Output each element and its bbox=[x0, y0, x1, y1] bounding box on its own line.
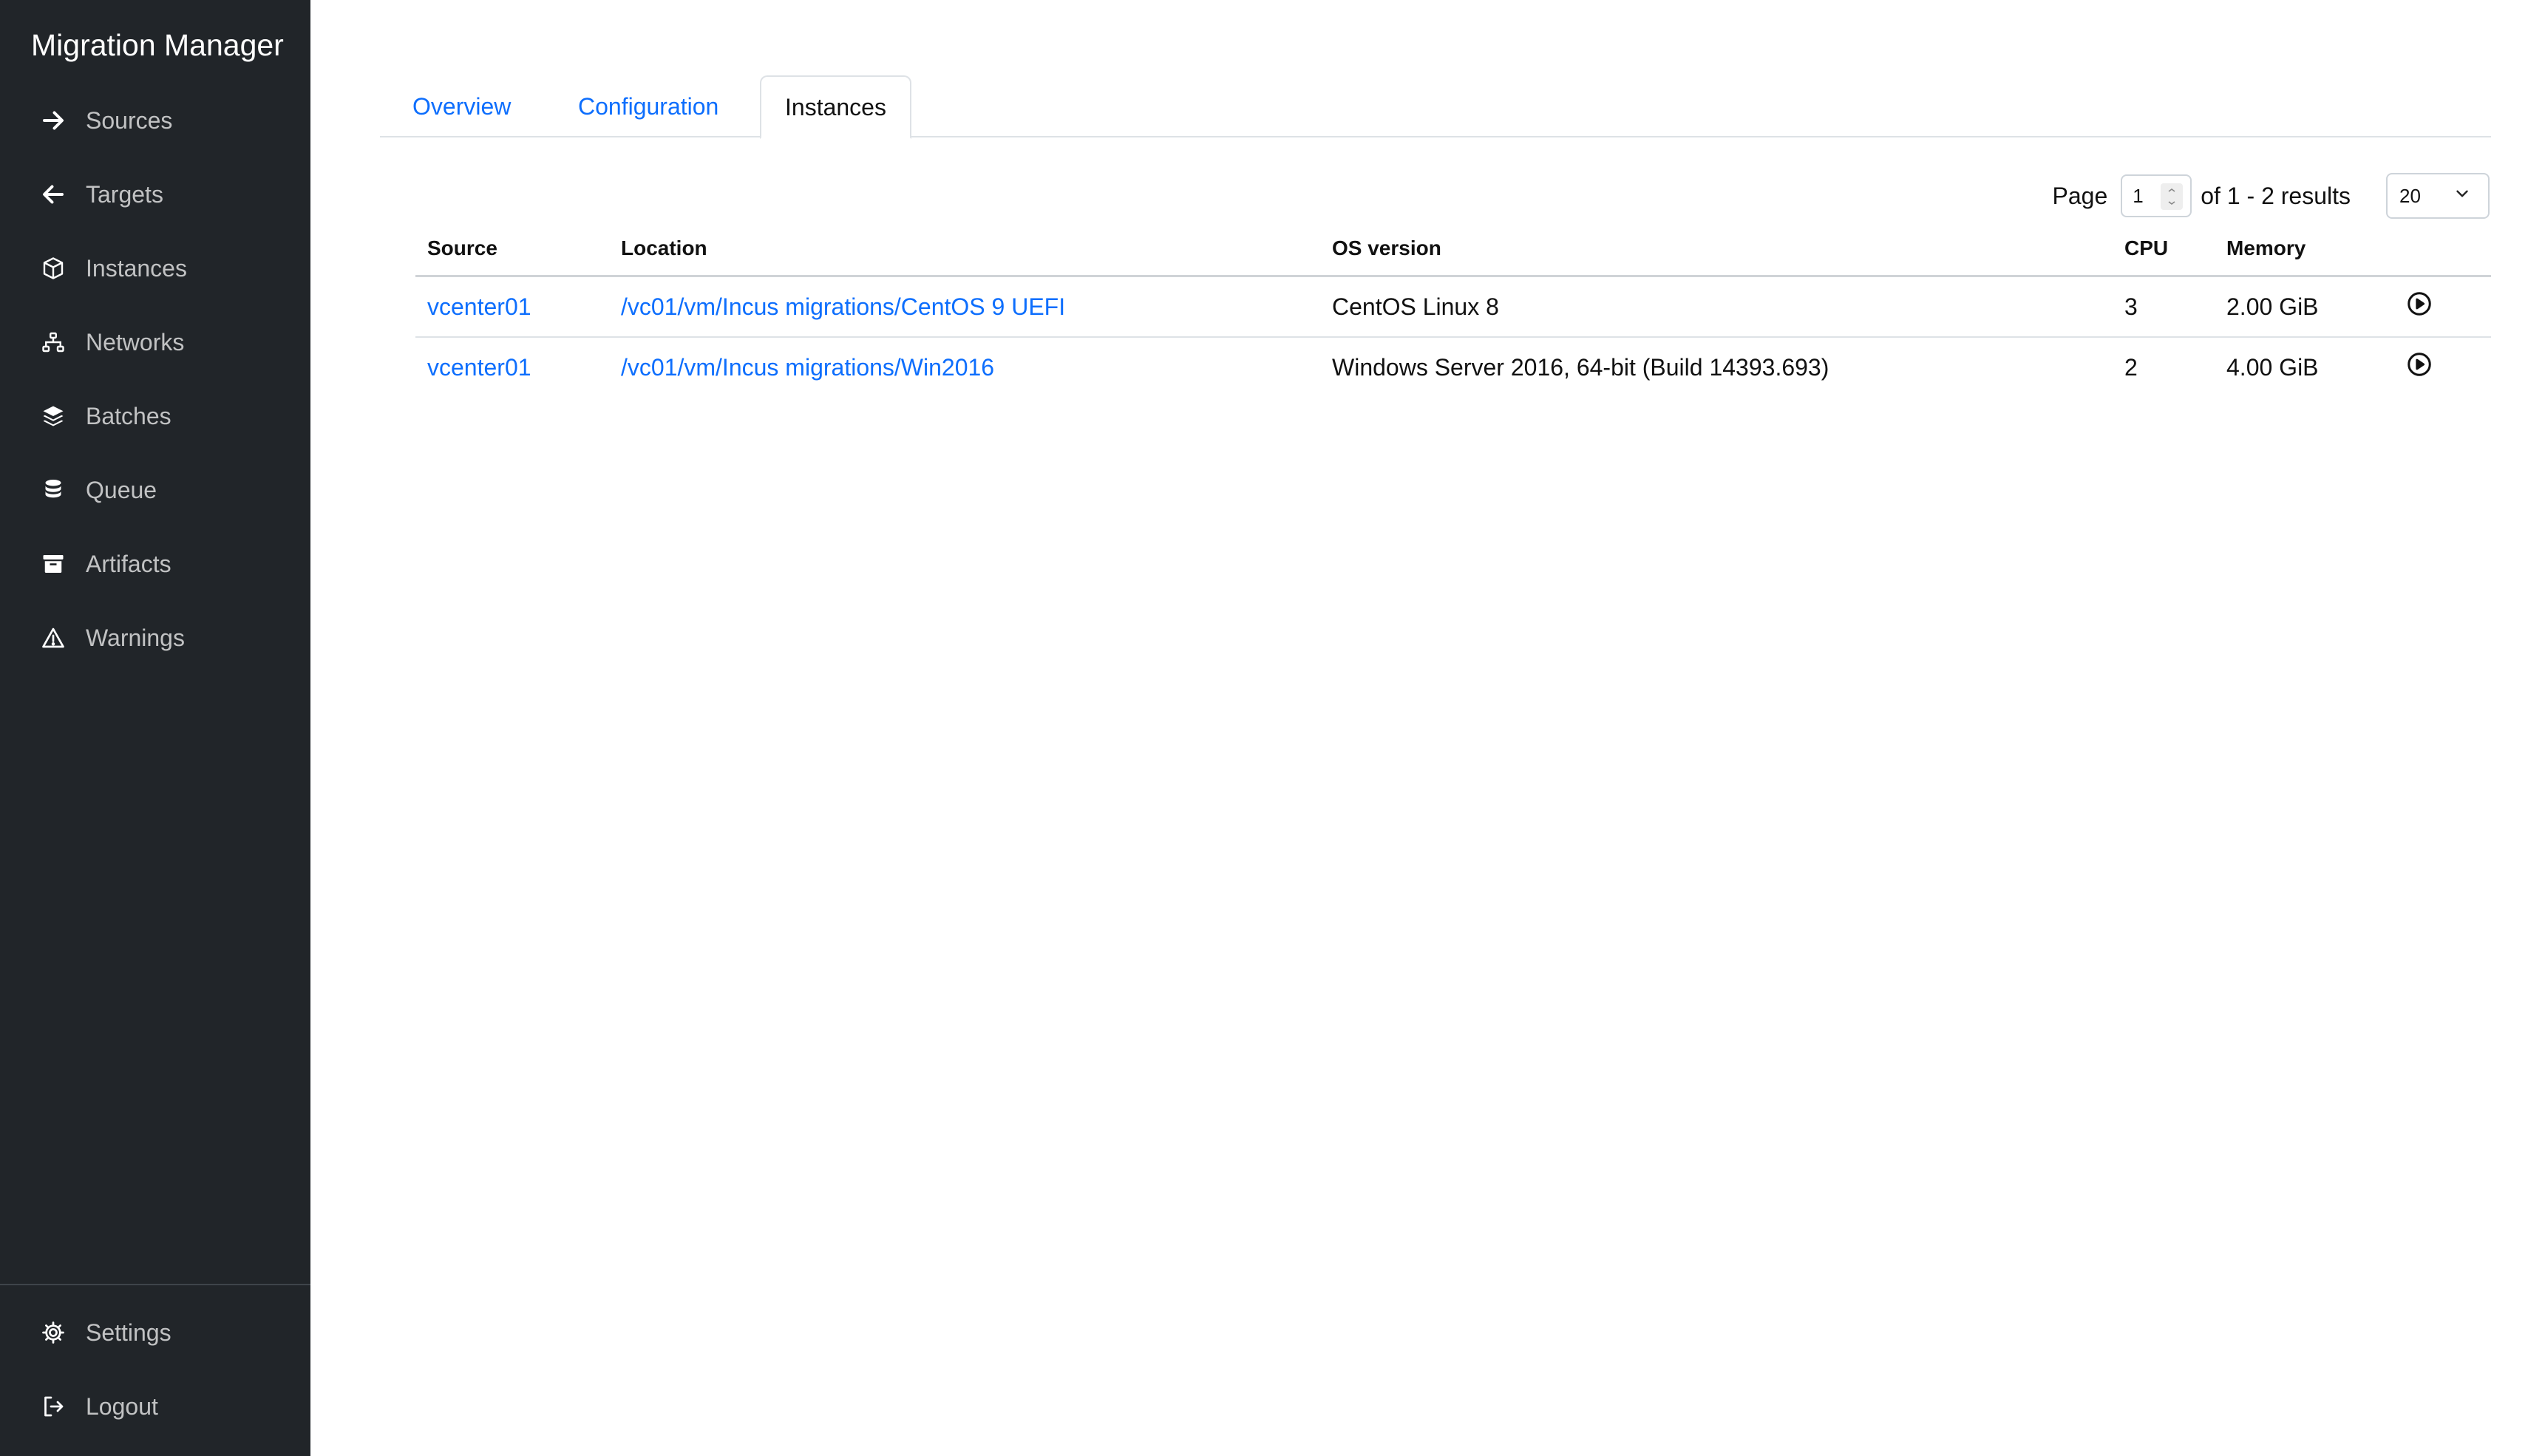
column-header-cpu[interactable]: CPU bbox=[2113, 222, 2215, 277]
column-header-memory[interactable]: Memory bbox=[2215, 222, 2393, 277]
sidebar-item-batches[interactable]: Batches bbox=[0, 379, 310, 453]
sidebar-item-label: Networks bbox=[86, 328, 185, 356]
sidebar-item-label: Instances bbox=[86, 254, 187, 282]
sidebar-item-sources[interactable]: Sources bbox=[0, 84, 310, 157]
main-content: Overview Configuration Instances Page 1 … bbox=[310, 0, 2528, 1456]
tab-configuration[interactable]: Configuration bbox=[578, 75, 718, 137]
table-row: vcenter01 /vc01/vm/Incus migrations/Win2… bbox=[415, 337, 2491, 397]
sidebar-divider bbox=[0, 1284, 310, 1285]
tab-overview[interactable]: Overview bbox=[412, 75, 511, 137]
column-header-source[interactable]: Source bbox=[415, 222, 609, 277]
sidebar: Migration Manager Sources Targets Instan… bbox=[0, 0, 310, 1456]
sidebar-item-networks[interactable]: Networks bbox=[0, 305, 310, 379]
logout-icon bbox=[40, 1393, 67, 1420]
os-version-cell: CentOS Linux 8 bbox=[1320, 276, 2113, 338]
column-header-actions bbox=[2393, 222, 2491, 277]
gear-icon bbox=[40, 1319, 67, 1346]
sidebar-item-settings[interactable]: Settings bbox=[0, 1296, 310, 1370]
source-link[interactable]: vcenter01 bbox=[427, 293, 531, 320]
play-circle-icon[interactable] bbox=[2405, 350, 2433, 378]
results-label: of 1 - 2 results bbox=[2201, 182, 2351, 209]
archive-icon bbox=[40, 551, 67, 577]
cpu-cell: 2 bbox=[2124, 353, 2138, 381]
sidebar-item-artifacts[interactable]: Artifacts bbox=[0, 527, 310, 601]
sidebar-item-label: Settings bbox=[86, 1319, 171, 1346]
warning-icon bbox=[40, 625, 67, 651]
column-header-os-version[interactable]: OS version bbox=[1320, 222, 2113, 277]
arrow-right-icon bbox=[40, 107, 67, 134]
box-icon bbox=[40, 255, 67, 282]
column-header-location[interactable]: Location bbox=[609, 222, 1320, 277]
sidebar-item-instances[interactable]: Instances bbox=[0, 231, 310, 305]
page-label: Page bbox=[2052, 182, 2108, 209]
sidebar-item-label: Logout bbox=[86, 1392, 158, 1420]
sidebar-item-label: Sources bbox=[86, 106, 173, 134]
pagination: Page 1 of 1 - 2 results 20 bbox=[2053, 173, 2490, 219]
tab-instances[interactable]: Instances bbox=[760, 75, 911, 139]
sidebar-item-warnings[interactable]: Warnings bbox=[0, 601, 310, 675]
sidebar-item-label: Targets bbox=[86, 180, 163, 208]
table-header-row: Source Location OS version CPU Memory bbox=[415, 222, 2491, 277]
table-row: vcenter01 /vc01/vm/Incus migrations/Cent… bbox=[415, 276, 2491, 338]
cpu-cell: 3 bbox=[2113, 276, 2215, 338]
source-link[interactable]: vcenter01 bbox=[427, 354, 531, 381]
sidebar-item-label: Queue bbox=[86, 476, 157, 503]
sidebar-item-logout[interactable]: Logout bbox=[0, 1370, 310, 1443]
sidebar-item-label: Artifacts bbox=[86, 550, 171, 577]
play-circle-icon[interactable] bbox=[2405, 290, 2433, 318]
database-icon bbox=[40, 477, 67, 503]
layers-icon bbox=[40, 403, 67, 429]
sidebar-item-label: Warnings bbox=[86, 624, 185, 651]
per-page-value: 20 bbox=[2399, 184, 2421, 207]
page-number-input[interactable]: 1 bbox=[2121, 174, 2192, 217]
arrow-left-icon bbox=[40, 181, 67, 208]
tab-bar: Overview Configuration Instances bbox=[380, 75, 2491, 139]
instances-table: Source Location OS version CPU Memory vc… bbox=[415, 222, 2491, 397]
location-link[interactable]: /vc01/vm/Incus migrations/CentOS 9 UEFI bbox=[621, 293, 1065, 320]
per-page-select[interactable]: 20 bbox=[2386, 173, 2490, 219]
app-title[interactable]: Migration Manager bbox=[31, 28, 284, 63]
sidebar-nav: Sources Targets Instances Networks Batch… bbox=[0, 84, 310, 675]
location-link[interactable]: /vc01/vm/Incus migrations/Win2016 bbox=[621, 354, 994, 381]
page-number-value: 1 bbox=[2133, 184, 2144, 207]
memory-cell: 4.00 GiB bbox=[2226, 353, 2319, 381]
sidebar-item-label: Batches bbox=[86, 402, 171, 429]
chevron-down-icon bbox=[2453, 184, 2472, 208]
sidebar-item-queue[interactable]: Queue bbox=[0, 453, 310, 527]
app-root: Migration Manager Sources Targets Instan… bbox=[0, 0, 2528, 1456]
sidebar-bottom-nav: Settings Logout bbox=[0, 1296, 310, 1443]
memory-cell: 2.00 GiB bbox=[2215, 276, 2393, 338]
sidebar-item-targets[interactable]: Targets bbox=[0, 157, 310, 231]
spinner-icon[interactable] bbox=[2161, 183, 2184, 210]
network-icon bbox=[40, 329, 67, 356]
os-version-cell: Windows Server 2016, 64-bit (Build 14393… bbox=[1332, 353, 1829, 381]
